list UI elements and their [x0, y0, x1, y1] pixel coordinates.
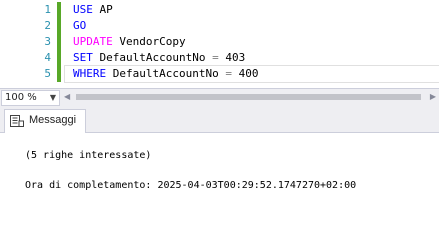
messages-icon — [10, 115, 24, 127]
line-number: 5 — [44, 67, 51, 80]
code-line[interactable]: 3 UPDATE VendorCopy — [0, 34, 439, 50]
message-completion-time: Ora di completamento: 2025-04-03T00:29:5… — [25, 180, 357, 191]
tab-messages-label: Messaggi — [29, 114, 77, 126]
results-tab-strip: Messaggi — [0, 106, 439, 133]
horizontal-scrollbar-thumb[interactable] — [76, 94, 421, 100]
scroll-left-arrow-icon[interactable]: ◀ — [64, 92, 70, 101]
query-editor[interactable]: 1 USE AP 2 GO 3 UPDATE VendorCopy 4 SET Default… — [0, 0, 439, 85]
scroll-right-arrow-icon[interactable]: ▶ — [430, 92, 436, 101]
line-number: 4 — [44, 51, 51, 64]
code-text[interactable]: UPDATE VendorCopy — [73, 34, 186, 50]
change-indicator — [57, 18, 61, 34]
code-line[interactable]: 4 SET DefaultAccountNo = 403 — [0, 50, 439, 66]
message-rows-affected: (5 righe interessate) — [25, 150, 152, 161]
line-number: 2 — [44, 19, 51, 32]
code-line[interactable]: 2 GO — [0, 18, 439, 34]
code-line[interactable]: 1 USE AP — [0, 2, 439, 18]
change-indicator — [57, 34, 61, 50]
editor-status-bar: 100 % ▼ ◀ ▶ — [0, 88, 439, 107]
tab-messages[interactable]: Messaggi — [4, 109, 86, 133]
line-number: 3 — [44, 35, 51, 48]
messages-pane: (5 righe interessate) Ora di completamen… — [0, 133, 439, 212]
code-text[interactable]: GO — [73, 18, 86, 34]
code-text[interactable]: USE AP — [73, 2, 113, 18]
line-number: 1 — [44, 3, 51, 16]
change-indicator — [57, 50, 61, 66]
zoom-select[interactable]: 100 % ▼ — [1, 90, 60, 106]
change-indicator — [57, 66, 61, 82]
code-line[interactable]: 5 WHERE DefaultAccountNo = 400 — [0, 65, 439, 83]
code-text[interactable]: WHERE DefaultAccountNo = 400 — [73, 66, 258, 82]
code-text[interactable]: SET DefaultAccountNo = 403 — [73, 50, 245, 66]
chevron-down-icon: ▼ — [49, 93, 56, 102]
zoom-value: 100 % — [5, 92, 37, 103]
change-indicator — [57, 2, 61, 18]
